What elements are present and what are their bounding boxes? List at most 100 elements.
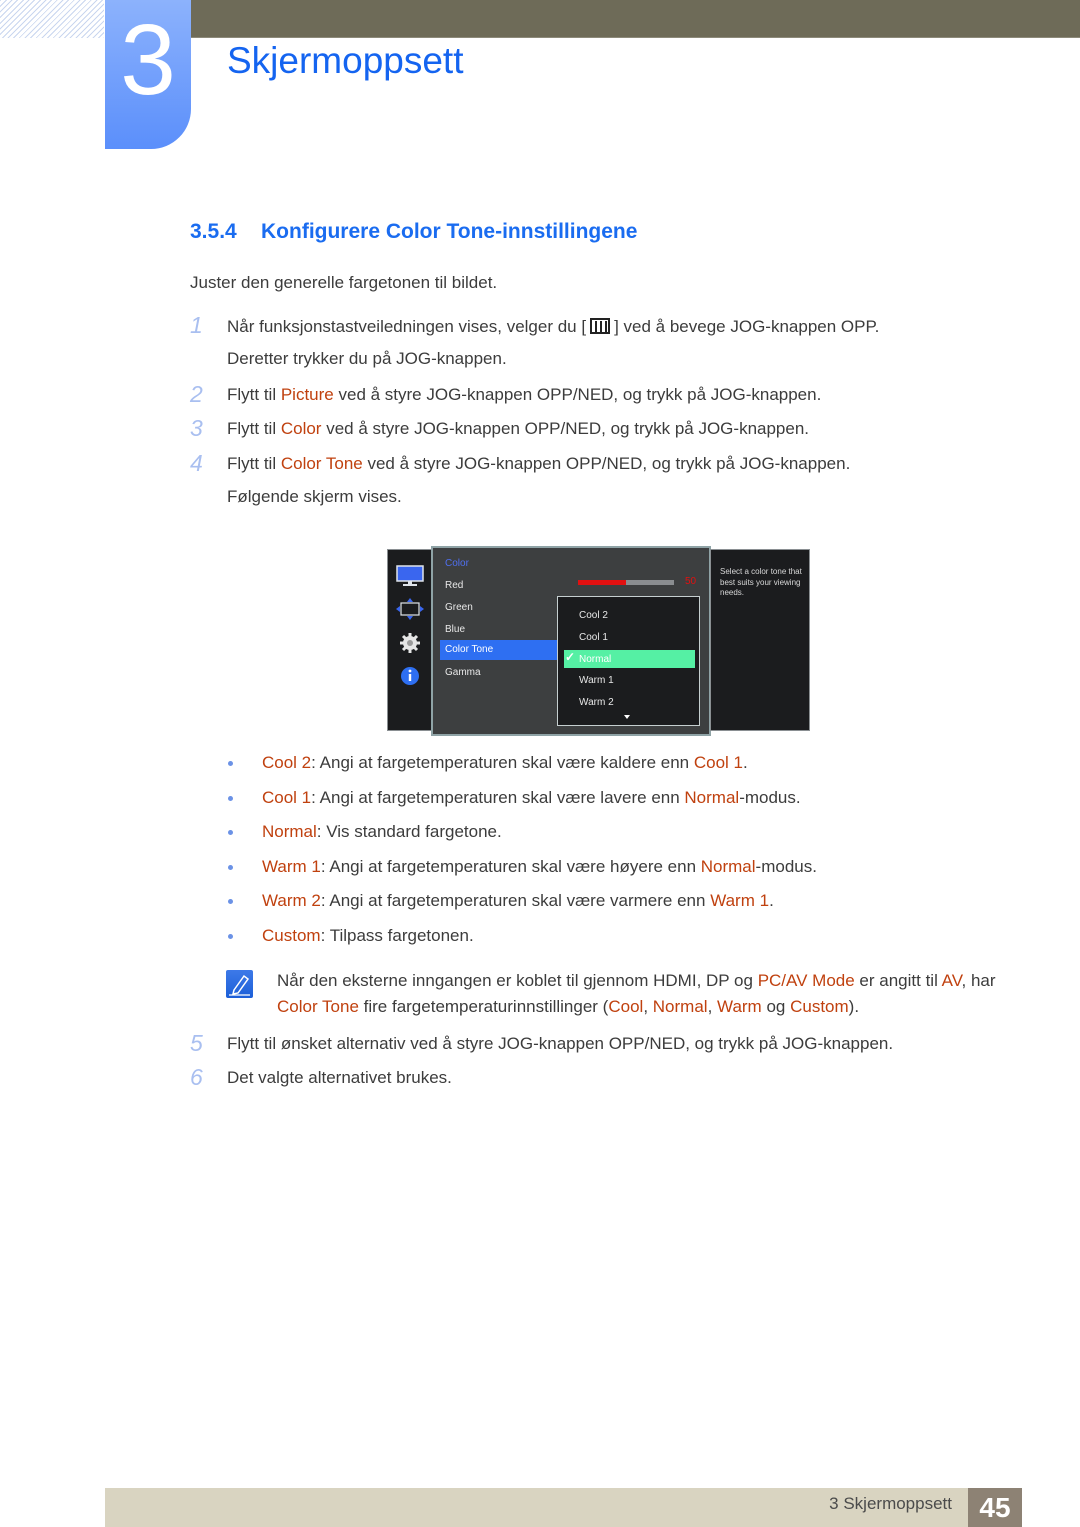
note-line-2: Color Tone fire fargetemperaturinnstilli… <box>277 997 859 1017</box>
highlight-term: Normal <box>684 788 740 807</box>
highlight-term: AV <box>941 971 962 990</box>
color-tone-dropdown[interactable]: Cool 2 Cool 1 ✓ Normal Warm 1 Warm 2 <box>557 596 700 726</box>
highlight-term: Cool 1 <box>693 753 743 772</box>
bullet-desc: : Angi at fargetemperaturen skal være hø… <box>320 857 701 876</box>
step-number: 2 <box>190 381 203 407</box>
highlight-term: Cool 2 <box>262 753 312 772</box>
highlight-term: Warm 1 <box>710 891 770 910</box>
bullet-dot <box>228 796 233 801</box>
dropdown-option-warm-1[interactable]: Warm 1 <box>579 675 614 686</box>
note-text: Når den eksterne inngangen er koblet til… <box>277 971 758 990</box>
monitor-icon[interactable] <box>396 565 424 587</box>
red-slider-value: 50 <box>685 576 697 587</box>
highlight-term: Warm <box>717 997 762 1016</box>
step-text-part: Flytt til <box>227 419 281 438</box>
bullet-dot <box>228 934 233 939</box>
page-number-box: 45 <box>968 1488 1022 1527</box>
bullet-dot <box>228 761 233 766</box>
note-line-1: Når den eksterne inngangen er koblet til… <box>277 971 996 991</box>
step-text-part: ved å styre JOG-knappen OPP/NED, og tryk… <box>333 385 822 404</box>
osd-item-blue[interactable]: Blue <box>445 624 465 635</box>
highlight-term: Custom <box>262 926 321 945</box>
note-pencil-icon <box>226 970 253 998</box>
step-text-part: Flytt til <box>227 454 281 473</box>
footer-chapter-label: 3 Skjermoppsett <box>829 1494 952 1513</box>
step-text-part: Når funksjonstastveiledningen vises, vel… <box>227 317 587 336</box>
step-text-part: ved å styre JOG-knappen OPP/NED, og tryk… <box>362 454 851 473</box>
check-icon: ✓ <box>565 650 576 664</box>
chapter-number: 3 <box>120 4 176 116</box>
note-text: er angitt til <box>854 971 942 990</box>
section-heading: 3.5.4 Konfigurere Color Tone-innstillinge… <box>190 220 637 244</box>
step-text: Flytt til ønsket alternativ ved å styre … <box>227 1034 894 1053</box>
highlight-term: Color Tone <box>280 454 363 473</box>
highlight-term: Picture <box>280 385 334 404</box>
dropdown-option-warm-2[interactable]: Warm 2 <box>579 697 614 708</box>
step-number: 5 <box>190 1030 203 1056</box>
bullet-text: Cool 1: Angi at fargetemperaturen skal v… <box>262 788 801 808</box>
intro-text: Juster den generelle fargetonen til bild… <box>190 273 498 292</box>
bullet-desc: : Tilpass fargetonen. <box>320 926 474 945</box>
step-text: Flytt til Color Tone ved å styre JOG-kna… <box>227 454 850 474</box>
section-title: Konfigurere Color Tone-innstillingene <box>261 220 638 243</box>
step-text-line2: Deretter trykker du på JOG-knappen. <box>227 349 507 368</box>
step-text-part: Flytt til <box>227 385 281 404</box>
header-bar <box>190 0 1080 38</box>
highlight-term: Color Tone <box>277 997 359 1016</box>
info-icon[interactable] <box>396 665 424 687</box>
osd-item-red[interactable]: Red <box>445 580 463 591</box>
highlight-term: Normal <box>652 997 708 1016</box>
step-text-line2: Følgende skjerm vises. <box>227 487 402 506</box>
menu-icon <box>587 316 613 336</box>
bullet-end: -modus. <box>739 788 801 807</box>
note-text: ). <box>848 997 860 1016</box>
bullet-end: -modus. <box>755 857 817 876</box>
page-number: 45 <box>979 1492 1011 1523</box>
step-number: 3 <box>190 415 203 441</box>
highlight-term: PC/AV Mode <box>757 971 855 990</box>
step-text: Flytt til Picture ved å styre JOG-knappe… <box>227 385 821 405</box>
osd-item-green[interactable]: Green <box>445 602 473 613</box>
bullet-text: Warm 2: Angi at fargetemperaturen skal v… <box>262 891 774 911</box>
osd-help-text: Select a color tone that best suits your… <box>720 567 802 597</box>
osd-color-menu: Color Red Green Blue Color Tone Gamma 50… <box>431 546 711 736</box>
step-number: 1 <box>190 312 203 338</box>
highlight-term: Warm 2 <box>262 891 321 910</box>
step-text: Flytt til Color ved å styre JOG-knappen … <box>227 419 809 439</box>
scroll-down-arrow-icon[interactable] <box>624 715 630 719</box>
section-number: 3.5.4 <box>190 220 237 243</box>
step-number: 4 <box>190 450 203 476</box>
bullet-text: Custom: Tilpass fargetonen. <box>262 926 474 946</box>
highlight-term: Normal <box>262 822 317 841</box>
highlight-term: Warm 1 <box>262 857 321 876</box>
dropdown-option-cool-1[interactable]: Cool 1 <box>579 632 608 643</box>
step-number: 6 <box>190 1064 203 1090</box>
dropdown-option-normal[interactable]: ✓ Normal <box>564 650 695 668</box>
osd-item-gamma[interactable]: Gamma <box>445 667 481 678</box>
osd-item-color-tone[interactable]: Color Tone <box>440 640 558 660</box>
highlight-term: Custom <box>790 997 849 1016</box>
highlight-term: Color <box>280 419 322 438</box>
note-text: fire fargetemperaturinnstillinger ( <box>358 997 609 1016</box>
bullet-desc: : Angi at fargetemperaturen skal være la… <box>311 788 685 807</box>
dropdown-option-label: Normal <box>579 654 612 665</box>
dropdown-option-cool-2[interactable]: Cool 2 <box>579 610 608 621</box>
header-hatch-decoration <box>0 0 104 38</box>
bullet-desc: : Angi at fargetemperaturen skal være ka… <box>311 753 694 772</box>
gear-icon[interactable] <box>396 632 424 654</box>
red-slider[interactable] <box>578 580 674 585</box>
step-text-part: ] ved å bevege JOG-knappen OPP. <box>614 317 880 336</box>
note-text: , <box>643 997 653 1016</box>
osd-side-panel <box>387 549 432 731</box>
note-text: , <box>707 997 718 1016</box>
bullet-desc: : Vis standard fargetone. <box>316 822 502 841</box>
osd-menu-title: Color <box>445 558 469 569</box>
highlight-term: Cool 1 <box>262 788 312 807</box>
step-text: Når funksjonstastveiledningen vises, vel… <box>227 316 879 337</box>
step-text-part: ved å styre JOG-knappen OPP/NED, og tryk… <box>321 419 810 438</box>
bullet-dot <box>228 830 233 835</box>
resize-icon[interactable] <box>396 598 424 620</box>
highlight-term: Normal <box>700 857 756 876</box>
step-text: Det valgte alternativet brukes. <box>227 1068 452 1087</box>
bullet-desc: : Angi at fargetemperaturen skal være va… <box>320 891 711 910</box>
